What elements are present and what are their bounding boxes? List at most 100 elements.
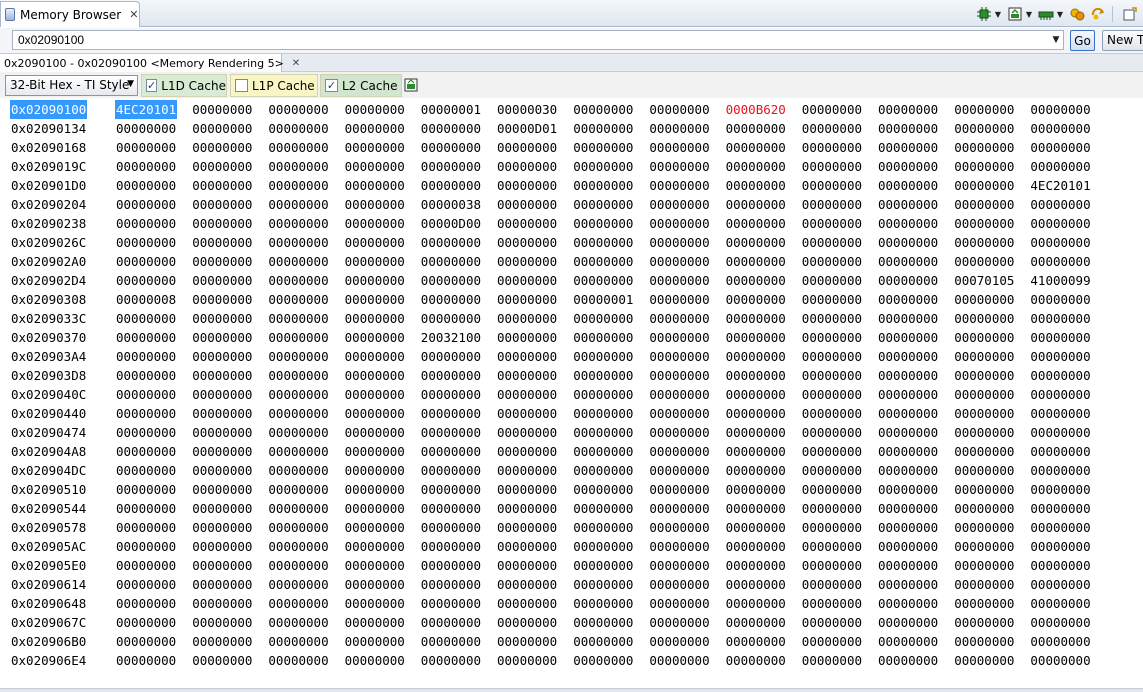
memory-cell[interactable]: 00000000 xyxy=(572,328,634,347)
memory-cell[interactable]: 00000000 xyxy=(1029,423,1091,442)
memory-row-address[interactable]: 0x02090614 xyxy=(10,575,87,594)
memory-cell[interactable]: 00000000 xyxy=(115,632,177,651)
memory-cell[interactable]: 00000000 xyxy=(877,252,939,271)
memory-cell[interactable]: 00000000 xyxy=(344,518,406,537)
memory-row-address[interactable]: 0x020902D4 xyxy=(10,271,87,290)
memory-cell[interactable]: 00000000 xyxy=(267,233,329,252)
memory-cell[interactable]: 00000000 xyxy=(877,537,939,556)
memory-cell[interactable]: 00000000 xyxy=(267,480,329,499)
memory-cell[interactable]: 00000000 xyxy=(1029,613,1091,632)
memory-cell[interactable]: 00000000 xyxy=(953,613,1015,632)
chevron-down-icon[interactable]: ▼ xyxy=(1055,5,1065,23)
memory-cell[interactable]: 00000000 xyxy=(344,537,406,556)
memory-cell[interactable]: 00000000 xyxy=(344,328,406,347)
memory-cell[interactable]: 00000000 xyxy=(648,119,710,138)
memory-cell[interactable]: 00000000 xyxy=(877,138,939,157)
memory-cell[interactable]: 00000000 xyxy=(191,271,253,290)
memory-cell[interactable]: 00000000 xyxy=(267,651,329,670)
memory-row-address[interactable]: 0x020906E4 xyxy=(10,651,87,670)
memory-cell[interactable]: 00000000 xyxy=(267,518,329,537)
memory-cell[interactable]: 00000000 xyxy=(267,632,329,651)
memory-cell[interactable]: 00000000 xyxy=(648,499,710,518)
memory-cell[interactable]: 00000000 xyxy=(648,195,710,214)
memory-cell[interactable]: 00000000 xyxy=(115,423,177,442)
memory-cell[interactable]: 00000000 xyxy=(420,347,482,366)
memory-cell[interactable]: 00000000 xyxy=(801,385,863,404)
memory-cell[interactable]: 00000000 xyxy=(267,423,329,442)
memory-cell[interactable]: 00000000 xyxy=(420,613,482,632)
memory-cell[interactable]: 00000000 xyxy=(572,119,634,138)
memory-cell[interactable]: 00000000 xyxy=(115,119,177,138)
save-memory-icon[interactable] xyxy=(1037,5,1055,23)
memory-cell[interactable]: 00000000 xyxy=(191,575,253,594)
memory-cell[interactable]: 00000000 xyxy=(191,157,253,176)
memory-cell[interactable]: 00000000 xyxy=(877,328,939,347)
memory-cell[interactable]: 00000000 xyxy=(344,480,406,499)
memory-cell[interactable]: 00000000 xyxy=(877,157,939,176)
new-view-icon[interactable] xyxy=(1121,5,1139,23)
memory-cell[interactable]: 00000000 xyxy=(572,271,634,290)
memory-cell[interactable]: 00000000 xyxy=(877,632,939,651)
memory-cell[interactable]: 00000000 xyxy=(725,423,787,442)
memory-row-address[interactable]: 0x02090648 xyxy=(10,594,87,613)
memory-cell[interactable]: 00000000 xyxy=(267,252,329,271)
l2-cache-toggle[interactable]: ✓ L2 Cache xyxy=(320,74,402,97)
memory-cell[interactable]: 00000000 xyxy=(344,632,406,651)
memory-cell[interactable]: 00000000 xyxy=(496,556,558,575)
memory-row-address[interactable]: 0x020904A8 xyxy=(10,442,87,461)
memory-cell[interactable]: 00000000 xyxy=(420,366,482,385)
memory-cell[interactable]: 00000000 xyxy=(115,556,177,575)
memory-cell[interactable]: 00000000 xyxy=(1029,651,1091,670)
memory-cell[interactable]: 00000000 xyxy=(267,366,329,385)
memory-cell[interactable]: 00000D00 xyxy=(420,214,482,233)
connect-icon[interactable] xyxy=(1089,5,1107,23)
memory-cell[interactable]: 00000000 xyxy=(420,461,482,480)
memory-cell[interactable]: 00000000 xyxy=(725,537,787,556)
memory-row-address[interactable]: 0x0209026C xyxy=(10,233,87,252)
memory-cell[interactable]: 00000000 xyxy=(115,537,177,556)
memory-cell[interactable]: 00000000 xyxy=(420,119,482,138)
memory-cell[interactable]: 00000000 xyxy=(344,214,406,233)
memory-cell[interactable]: 00000000 xyxy=(877,119,939,138)
memory-cell[interactable]: 00000000 xyxy=(1029,233,1091,252)
memory-cell[interactable]: 00000000 xyxy=(572,100,634,119)
close-icon[interactable]: ✕ xyxy=(129,8,138,21)
memory-cell[interactable]: 00000000 xyxy=(267,157,329,176)
memory-cell[interactable]: 00000000 xyxy=(420,290,482,309)
memory-cell[interactable]: 00000000 xyxy=(801,632,863,651)
memory-cell[interactable]: 00000000 xyxy=(496,138,558,157)
memory-cell[interactable]: 00000000 xyxy=(877,366,939,385)
memory-cell[interactable]: 00000000 xyxy=(344,195,406,214)
memory-cell[interactable]: 00000000 xyxy=(953,138,1015,157)
memory-cell[interactable]: 00000000 xyxy=(496,347,558,366)
memory-cell[interactable]: 00000000 xyxy=(496,632,558,651)
memory-cell[interactable]: 00000000 xyxy=(1029,537,1091,556)
memory-cell[interactable]: 00000000 xyxy=(267,461,329,480)
memory-cell[interactable]: 00000000 xyxy=(1029,252,1091,271)
memory-cell[interactable]: 00000000 xyxy=(877,271,939,290)
memory-cell[interactable]: 00000000 xyxy=(191,366,253,385)
memory-cell[interactable]: 00000000 xyxy=(801,442,863,461)
memory-cell[interactable]: 00000000 xyxy=(420,632,482,651)
memory-cell[interactable]: 00000000 xyxy=(877,575,939,594)
memory-cell[interactable]: 00000000 xyxy=(115,138,177,157)
memory-cell[interactable]: 00000000 xyxy=(267,537,329,556)
memory-cell[interactable]: 00000000 xyxy=(953,632,1015,651)
memory-cell[interactable]: 00000000 xyxy=(725,651,787,670)
memory-cell[interactable]: 00000000 xyxy=(191,290,253,309)
memory-cell[interactable]: 00000000 xyxy=(191,480,253,499)
memory-cell[interactable]: 00000000 xyxy=(801,366,863,385)
memory-cell[interactable]: 00000000 xyxy=(572,138,634,157)
memory-cell[interactable]: 00000000 xyxy=(496,518,558,537)
memory-cell[interactable]: 00000000 xyxy=(953,594,1015,613)
memory-cell[interactable]: 00000000 xyxy=(1029,157,1091,176)
memory-cell[interactable]: 00000000 xyxy=(953,442,1015,461)
memory-cell[interactable]: 00000000 xyxy=(420,556,482,575)
memory-row-address[interactable]: 0x020901D0 xyxy=(10,176,87,195)
memory-cell[interactable]: 00000000 xyxy=(496,537,558,556)
memory-cell[interactable]: 00000000 xyxy=(725,480,787,499)
memory-cell[interactable]: 00000000 xyxy=(1029,328,1091,347)
memory-cell[interactable]: 00000000 xyxy=(1029,385,1091,404)
memory-cell[interactable]: 00000000 xyxy=(953,366,1015,385)
memory-cell[interactable]: 00000000 xyxy=(191,613,253,632)
